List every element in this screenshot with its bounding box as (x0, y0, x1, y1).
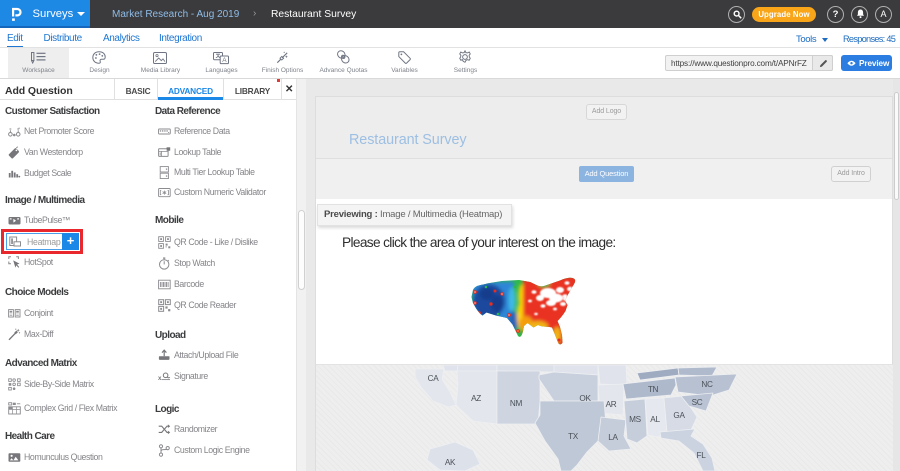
svg-text:A: A (222, 57, 227, 64)
svg-text:FL: FL (697, 451, 707, 460)
svg-text:NM: NM (510, 399, 523, 408)
svg-text:AL: AL (650, 415, 660, 424)
svg-text:MS: MS (629, 415, 642, 424)
svg-text:AR: AR (606, 400, 617, 409)
svg-text:NC: NC (701, 380, 713, 389)
svg-text:OK: OK (579, 394, 591, 403)
svg-text:TX: TX (568, 432, 579, 441)
svg-text:CA: CA (428, 374, 440, 383)
svg-text:LA: LA (608, 433, 618, 442)
svg-text:AZ: AZ (471, 394, 481, 403)
svg-text:x: x (158, 375, 162, 382)
svg-text:GA: GA (673, 411, 685, 420)
svg-text:TN: TN (648, 385, 659, 394)
svg-text:SC: SC (692, 398, 703, 407)
svg-text:AK: AK (445, 458, 456, 467)
